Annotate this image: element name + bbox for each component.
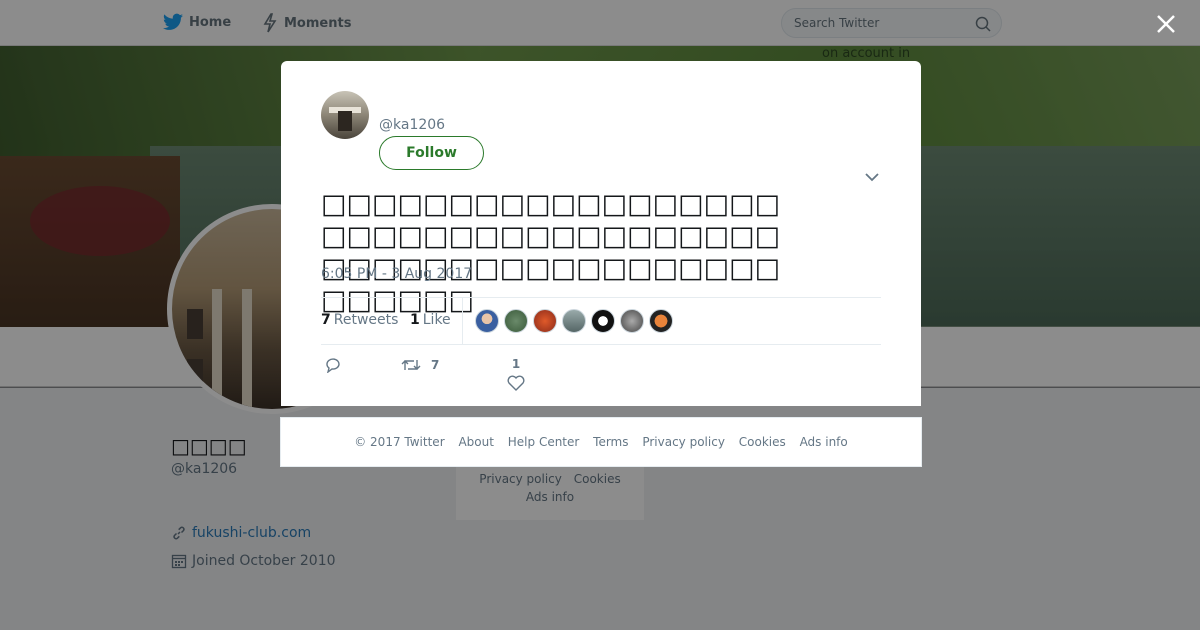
engager-avatars [475,309,678,333]
like-action-count: 1 [511,357,521,371]
retweet-button[interactable]: 7 [401,357,439,373]
retweet-icon [401,360,421,370]
retweets-count: 7 [321,312,331,328]
stats-divider [462,298,463,345]
likes-label: Like [422,312,451,328]
likes-count: 1 [410,312,420,328]
footer-privacy[interactable]: Privacy policy [642,435,725,449]
likes-stat[interactable]: 1 Like [410,312,451,328]
tweet-author-avatar[interactable] [321,91,369,139]
chevron-down-icon[interactable] [865,172,879,182]
tweet-actions: 7 1 [321,357,881,397]
footer-about[interactable]: About [458,435,493,449]
heart-icon [507,375,525,391]
footer-ads[interactable]: Ads info [800,435,848,449]
engager-avatar[interactable] [562,309,586,333]
reply-button[interactable] [324,357,342,373]
retweets-label: Retweets [333,312,399,328]
footer-terms[interactable]: Terms [593,435,628,449]
follow-button[interactable]: Follow [379,136,484,170]
engager-avatar[interactable] [591,309,615,333]
footer-cookies[interactable]: Cookies [739,435,786,449]
tweet-stats: 7 Retweets 1 Like [321,297,881,345]
engager-avatar[interactable] [649,309,673,333]
reply-icon [326,358,340,373]
retweet-action-count: 7 [431,358,440,372]
engager-avatar[interactable] [620,309,644,333]
tweet-timestamp[interactable]: 6:05 PM - 3 Aug 2017 [321,266,472,282]
engager-avatar[interactable] [504,309,528,333]
like-button[interactable]: 1 [507,357,525,391]
footer-copyright: © 2017 Twitter [354,435,445,449]
modal-footer: © 2017 Twitter About Help Center Terms P… [280,417,922,467]
tweet-author-handle[interactable]: @ka1206 [379,117,445,133]
footer-help[interactable]: Help Center [508,435,580,449]
engager-avatar[interactable] [533,309,557,333]
engager-avatar[interactable] [475,309,499,333]
tweet-modal: @ka1206 Follow □□□□□□□□□□□□□□□□□□□□□□□□□… [281,61,921,406]
retweets-stat[interactable]: 7 Retweets [321,312,398,328]
close-icon[interactable] [1153,11,1179,37]
